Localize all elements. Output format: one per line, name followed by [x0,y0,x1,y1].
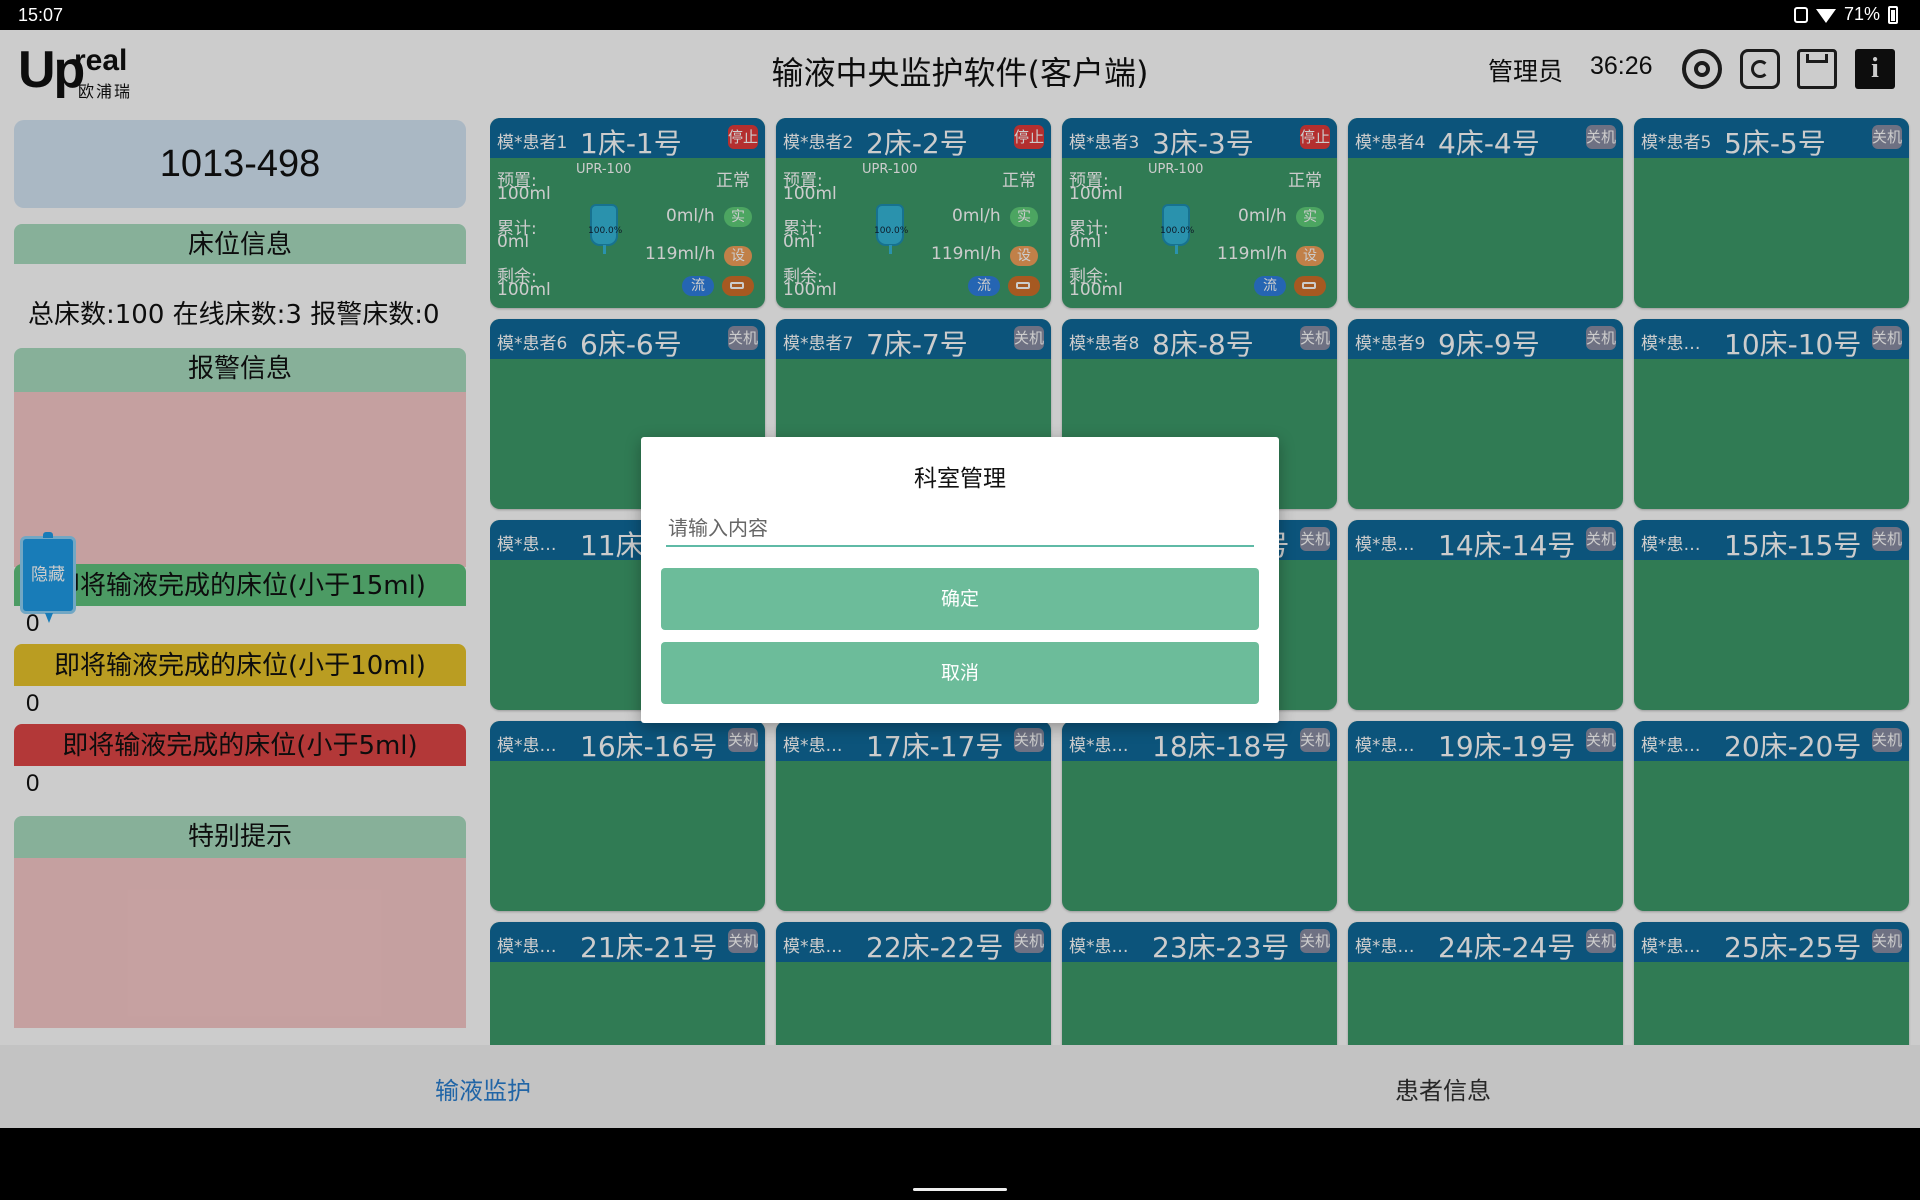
system-nav-bar [0,1128,1920,1200]
battery-icon [1888,5,1898,24]
department-input[interactable] [666,511,1254,547]
vibrate-icon [1793,6,1808,23]
cancel-button[interactable]: 取消 [661,642,1259,704]
status-icons: 71% [1793,4,1898,25]
dialog-title: 科室管理 [914,466,1006,492]
department-dialog: 科室管理 确定 取消 [641,437,1279,723]
status-bar: 15:07 71% [0,0,1920,30]
status-time: 15:07 [18,5,64,25]
home-handle[interactable] [913,1188,1007,1191]
wifi-icon [1815,9,1836,23]
confirm-button[interactable]: 确定 [661,568,1259,630]
battery-percent: 71% [1843,4,1880,24]
